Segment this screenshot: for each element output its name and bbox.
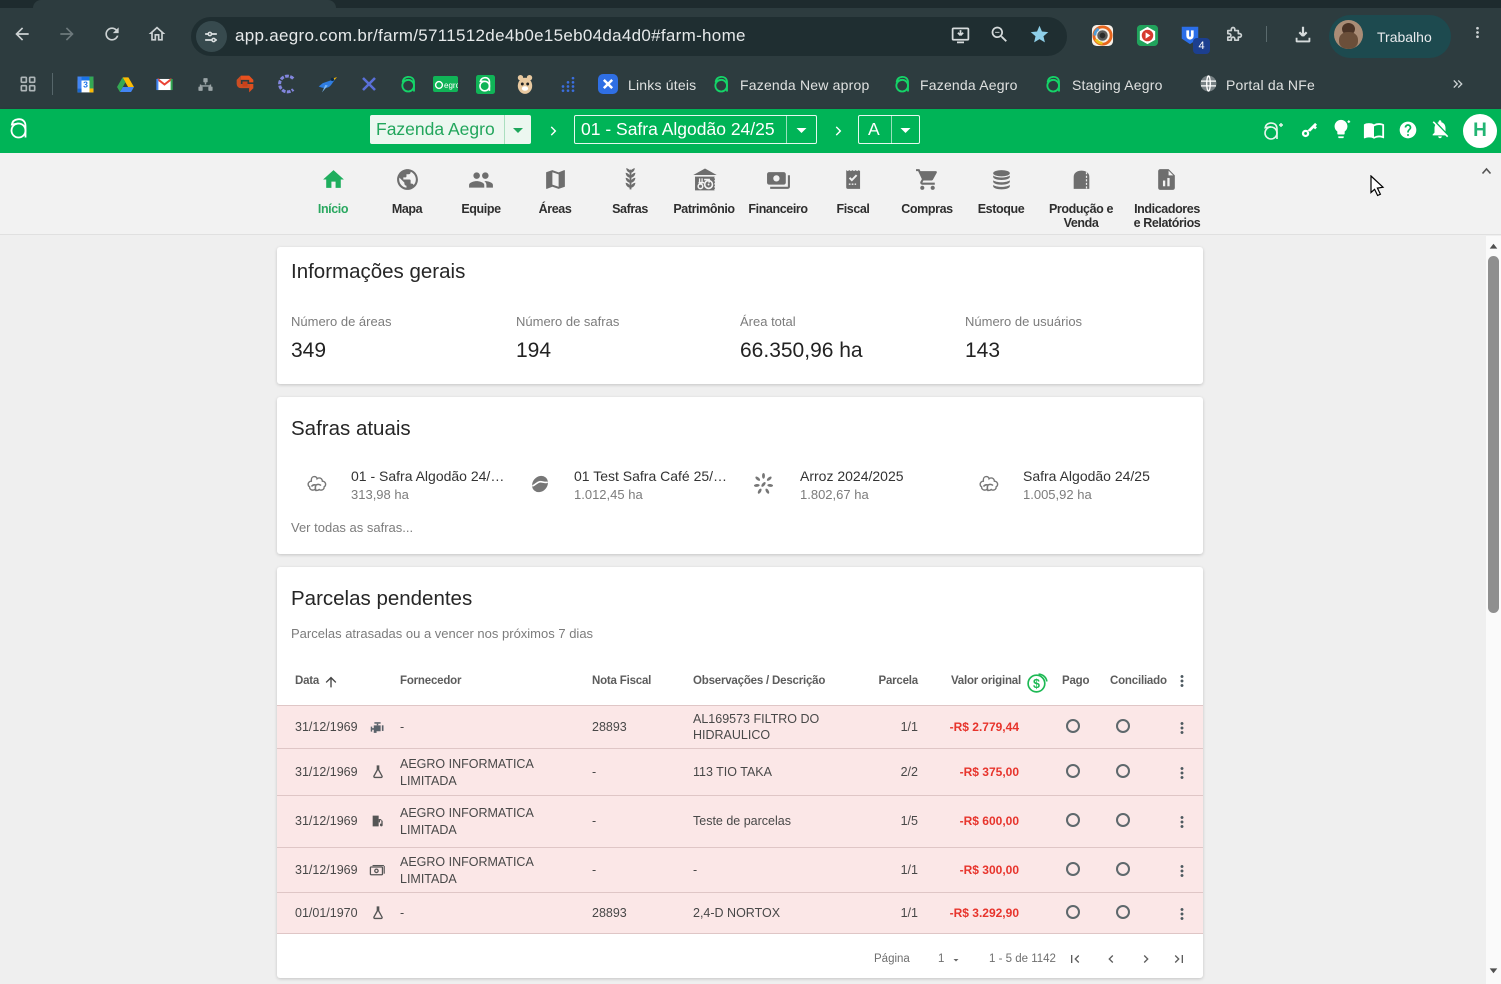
svg-text:egro: egro — [444, 81, 458, 90]
svg-text:3: 3 — [83, 79, 88, 89]
svg-text:$: $ — [1033, 677, 1040, 691]
